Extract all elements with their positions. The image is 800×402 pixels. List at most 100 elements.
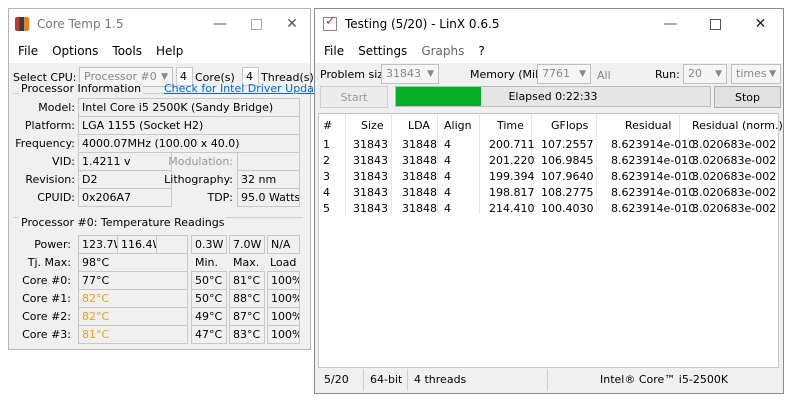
table-cell: 31848 xyxy=(402,154,437,167)
column-header[interactable]: Residual xyxy=(625,119,671,132)
table-cell: 8.623914e-010 xyxy=(611,170,696,183)
menu-graphs[interactable]: Graphs xyxy=(414,44,471,58)
close-button[interactable]: ✕ xyxy=(738,9,783,39)
status-bar: 5/20 64-bit 4 threads Intel® Core™ i5-25… xyxy=(318,369,779,391)
table-cell: 4 xyxy=(444,170,451,183)
run-unit-select[interactable]: times ▼ xyxy=(731,64,781,84)
memory-value: 7761 xyxy=(542,67,570,80)
stop-button[interactable]: Stop xyxy=(714,86,781,108)
table-cell: 201.220 xyxy=(489,154,535,167)
maximize-button[interactable] xyxy=(238,9,274,39)
status-arch: 64-bit xyxy=(363,369,407,391)
menu-options[interactable]: Options xyxy=(45,44,105,58)
table-cell: 8.623914e-010 xyxy=(611,202,696,215)
coretemp-app-icon xyxy=(15,17,29,31)
frequency-label: Frequency: xyxy=(15,137,75,150)
modulation-label: Modulation: xyxy=(168,155,233,168)
lithography-value: 32 nm xyxy=(237,170,300,189)
table-cell: 31848 xyxy=(402,138,437,151)
table-cell: 8.623914e-010 xyxy=(611,154,696,167)
menu-help[interactable]: ? xyxy=(471,44,491,58)
modulation-value xyxy=(237,152,300,171)
column-header[interactable]: Align xyxy=(444,119,472,132)
power-value-cores: 116.4W xyxy=(117,235,157,254)
tdp-label: TDP: xyxy=(207,191,233,204)
linx-title: Testing (5/20) - LinX 0.6.5 xyxy=(345,17,500,31)
column-header[interactable]: GFlops xyxy=(551,119,588,132)
table-cell: 3.020683e-002 xyxy=(692,138,777,151)
checkbox-icon: ✓ xyxy=(323,14,337,31)
max-header: Max. xyxy=(233,256,260,269)
cpuid-label: CPUID: xyxy=(37,191,75,204)
driver-updates-link[interactable]: Check for Intel Driver Updates xyxy=(164,82,331,95)
linx-titlebar[interactable]: ✓ Testing (5/20) - LinX 0.6.5 — ✕ xyxy=(315,9,783,39)
maximize-icon xyxy=(250,18,262,30)
column-header[interactable]: Residual (norm.) xyxy=(692,119,783,132)
revision-value: D2 xyxy=(78,170,172,189)
core-temp: 82°C xyxy=(78,289,188,308)
run-count-select[interactable]: 20 ▼ xyxy=(683,64,727,84)
chevron-down-icon: ▼ xyxy=(769,69,776,79)
stop-button-label: Stop xyxy=(734,90,760,104)
minimize-button[interactable]: — xyxy=(202,9,238,39)
problem-size-value: 31843 xyxy=(386,67,421,80)
maximize-button[interactable] xyxy=(693,9,738,39)
table-cell: 31848 xyxy=(402,186,437,199)
column-header[interactable]: # xyxy=(323,119,332,132)
table-cell: 100.4030 xyxy=(541,202,594,215)
start-button[interactable]: Start xyxy=(320,86,388,108)
core-max: 87°C xyxy=(229,307,265,326)
table-cell: 3.020683e-002 xyxy=(692,170,777,183)
table-cell: 200.711 xyxy=(489,138,535,151)
table-cell: 31848 xyxy=(402,202,437,215)
close-button[interactable]: ✕ xyxy=(274,9,310,39)
table-cell: 31843 xyxy=(353,138,388,151)
model-value: Intel Core i5 2500K (Sandy Bridge) xyxy=(78,98,300,117)
table-cell: 3.020683e-002 xyxy=(692,186,777,199)
column-separator[interactable] xyxy=(391,114,392,214)
table-cell: 198.817 xyxy=(489,186,535,199)
coretemp-titlebar[interactable]: Core Temp 1.5 — ✕ xyxy=(9,9,310,39)
lithography-label: Lithography: xyxy=(164,173,233,186)
menu-file[interactable]: File xyxy=(317,44,351,58)
table-cell: 31843 xyxy=(353,170,388,183)
column-header[interactable]: Time xyxy=(497,119,524,132)
core-temp: 82°C xyxy=(78,307,188,326)
column-header[interactable]: Size xyxy=(361,119,384,132)
menu-file[interactable]: File xyxy=(11,44,45,58)
results-table[interactable]: # Size LDA Align Time GFlops Residual Residual … xyxy=(318,113,783,368)
core-load: 100% xyxy=(267,289,300,308)
chevron-down-icon: ▼ xyxy=(579,69,586,79)
table-cell: 3.020683e-002 xyxy=(692,202,777,215)
table-cell: 107.9640 xyxy=(541,170,594,183)
column-header[interactable]: LDA xyxy=(408,119,430,132)
tjmax-value: 98°C xyxy=(78,253,188,272)
column-separator[interactable] xyxy=(345,114,346,214)
menu-settings[interactable]: Settings xyxy=(351,44,414,58)
menu-tools[interactable]: Tools xyxy=(105,44,149,58)
table-cell: 31843 xyxy=(353,154,388,167)
minimize-button[interactable]: — xyxy=(648,9,693,39)
chevron-down-icon: ▼ xyxy=(715,69,722,79)
progress-bar: Elapsed 0:22:33 xyxy=(395,86,711,107)
table-cell: 4 xyxy=(444,154,451,167)
table-cell: 4 xyxy=(323,186,330,199)
status-cpu: Intel® Core™ i5-2500K xyxy=(547,369,779,391)
memory-select[interactable]: 7761 ▼ xyxy=(537,64,591,84)
coretemp-title: Core Temp 1.5 xyxy=(37,17,124,31)
core-label: Core #0: xyxy=(22,274,71,287)
vid-label: VID: xyxy=(52,155,75,168)
table-cell: 107.2557 xyxy=(541,138,594,151)
menu-help[interactable]: Help xyxy=(149,44,190,58)
power-value-uncore: 0.3W xyxy=(191,235,227,254)
min-header: Min. xyxy=(195,256,219,269)
core-max: 83°C xyxy=(229,325,265,344)
problem-size-select[interactable]: 31843 ▼ xyxy=(381,64,439,84)
core-label: Core #2: xyxy=(22,310,71,323)
core-min: 49°C xyxy=(191,307,227,326)
column-separator[interactable] xyxy=(479,114,480,214)
table-cell: 31848 xyxy=(402,170,437,183)
column-separator[interactable] xyxy=(596,114,597,214)
all-label[interactable]: All xyxy=(597,69,611,82)
column-separator[interactable] xyxy=(437,114,438,214)
